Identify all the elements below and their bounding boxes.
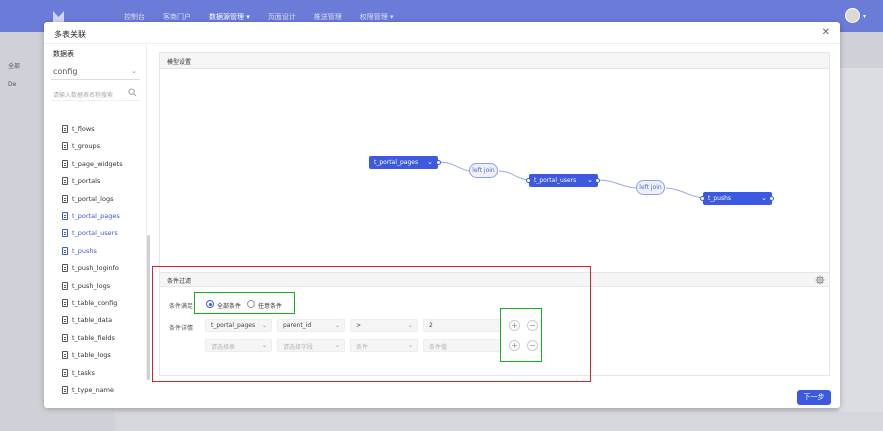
table-list-item-label: t_flows	[72, 125, 95, 133]
nav-item-datasource[interactable]: 数据源管理 ▾	[209, 12, 250, 22]
node-port[interactable]	[700, 196, 705, 201]
bg-sidebar-item: 全部	[8, 63, 21, 70]
model-settings-panel: 模型设置 t_portal_pages ⌄ left join t_portal_…	[159, 52, 830, 284]
table-icon	[62, 194, 68, 203]
model-node-portal-pages[interactable]: t_portal_pages ⌄	[369, 156, 438, 169]
table-list-item-label: t_groups	[72, 142, 101, 151]
gear-icon[interactable]	[815, 275, 825, 285]
model-node-label: t_portal_pages	[374, 159, 419, 166]
bg-footer	[115, 412, 883, 431]
chevron-down-icon[interactable]: ⌄	[587, 174, 593, 187]
table-list-item[interactable]: t_portals	[62, 174, 100, 188]
table-list-item[interactable]: t_portal_pages	[62, 209, 120, 223]
table-list-item[interactable]: t_portal_users	[62, 226, 118, 240]
table-list-item[interactable]: t_table_data	[62, 313, 112, 327]
search-placeholder: 请输入数据表名称搜索	[53, 92, 114, 99]
table-list-item-label: t_type_name	[72, 386, 115, 394]
table-list-item-label: t_portal_users	[72, 229, 118, 238]
table-list-item[interactable]: t_push_logs	[62, 279, 110, 293]
table-list-item-label: t_table_logs	[72, 351, 111, 360]
chevron-down-icon[interactable]: ⌄	[761, 192, 767, 205]
table-icon	[62, 299, 68, 307]
table-icon	[62, 316, 68, 325]
chevron-down-icon: ⌄	[131, 67, 137, 75]
model-node-pushs[interactable]: t_pushs ⌄	[703, 192, 772, 205]
bg-sidebar-item: De	[8, 81, 17, 88]
join-type-badge[interactable]: left join	[469, 163, 498, 178]
table-list-item[interactable]: t_portal_logs	[62, 192, 113, 206]
table-icon	[62, 368, 68, 377]
search-icon	[128, 88, 137, 97]
join-type-badge[interactable]: left join	[636, 180, 665, 195]
table-list-item-label: t_push_logs	[72, 281, 111, 290]
caret-down-icon[interactable]: ▾	[863, 13, 866, 20]
database-select[interactable]: config ⌄	[51, 64, 140, 80]
modal-title: 多表关联	[54, 30, 86, 39]
bg-card	[838, 68, 883, 423]
model-node-label: t_portal_users	[534, 177, 577, 184]
nav-item-push[interactable]: 推送管理	[314, 12, 342, 22]
annotation-green-highlight	[194, 292, 295, 314]
node-port[interactable]	[769, 196, 774, 201]
table-icon	[62, 351, 68, 360]
table-search-input[interactable]: 请输入数据表名称搜索	[51, 86, 140, 101]
table-list-item-label: t_page_widgets	[72, 159, 123, 168]
nav-item-permission[interactable]: 权限管理 ▾	[360, 12, 394, 22]
table-list-item[interactable]: t_tasks	[62, 366, 95, 380]
table-icon	[62, 159, 68, 168]
annotation-green-highlight	[500, 308, 542, 362]
nav-item-console[interactable]: 控制台	[124, 12, 145, 22]
table-list-panel: 数据表 config ⌄ 请输入数据表名称搜索 t_flows t_groupst…	[44, 44, 147, 394]
table-icon	[62, 212, 68, 220]
table-icon	[62, 229, 68, 238]
database-select-value: config	[53, 67, 78, 76]
table-list-scrollbar[interactable]	[147, 235, 150, 380]
table-list-item[interactable]: t_pushs	[62, 244, 97, 258]
table-list-item-label: t_table_fields	[72, 333, 115, 342]
nav-item-page-design[interactable]: 页面设计	[268, 12, 296, 22]
node-port[interactable]	[526, 178, 531, 183]
table-list-item[interactable]: t_table_config	[62, 296, 117, 310]
table-icon	[62, 142, 68, 151]
table-icon	[62, 333, 68, 342]
close-icon[interactable]: ✕	[822, 27, 830, 38]
node-port[interactable]	[595, 178, 600, 183]
next-step-button[interactable]: 下一步	[797, 390, 831, 405]
table-list-item[interactable]: t_table_logs	[62, 348, 111, 362]
table-icon	[62, 246, 68, 255]
bg-sidebar: 全部 De	[8, 58, 48, 94]
table-icon	[62, 264, 68, 273]
table-list-item-label: t_table_data	[72, 316, 113, 325]
table-list-item-label: t_tasks	[72, 368, 95, 377]
table-list-item-label: t_portal_pages	[72, 212, 120, 220]
table-list-item-label: t_push_loginfo	[72, 264, 119, 273]
table-list-item[interactable]: t_page_widgets	[62, 157, 123, 171]
model-node-portal-users[interactable]: t_portal_users ⌄	[529, 174, 598, 187]
avatar[interactable]	[845, 8, 860, 23]
nav-item-portal[interactable]: 客商门户	[163, 12, 191, 22]
table-icon	[62, 281, 68, 290]
table-icon	[62, 386, 68, 394]
model-node-label: t_pushs	[708, 195, 732, 202]
table-icon	[62, 125, 68, 133]
table-list-item[interactable]: t_push_loginfo	[62, 261, 119, 275]
table-list-item-label: t_table_config	[72, 299, 118, 307]
node-port[interactable]	[436, 160, 441, 165]
table-list-title: 数据表	[53, 50, 74, 58]
table-list-item-label: t_portals	[72, 177, 101, 186]
chevron-down-icon[interactable]: ⌄	[427, 156, 433, 169]
modal-header: 多表关联 ✕	[44, 22, 840, 44]
table-icon	[62, 177, 68, 186]
table-list-item-label: t_pushs	[72, 246, 97, 255]
table-list-item-label: t_portal_logs	[72, 194, 114, 203]
table-list-item[interactable]: t_type_name	[62, 383, 114, 397]
table-list-item[interactable]: t_table_fields	[62, 331, 115, 345]
main-nav: 控制台 客商门户 数据源管理 ▾ 页面设计 推送管理 权限管理 ▾	[124, 12, 394, 22]
table-list-item[interactable]: t_groups	[62, 139, 100, 153]
table-list-item[interactable]: t_flows	[62, 122, 95, 136]
